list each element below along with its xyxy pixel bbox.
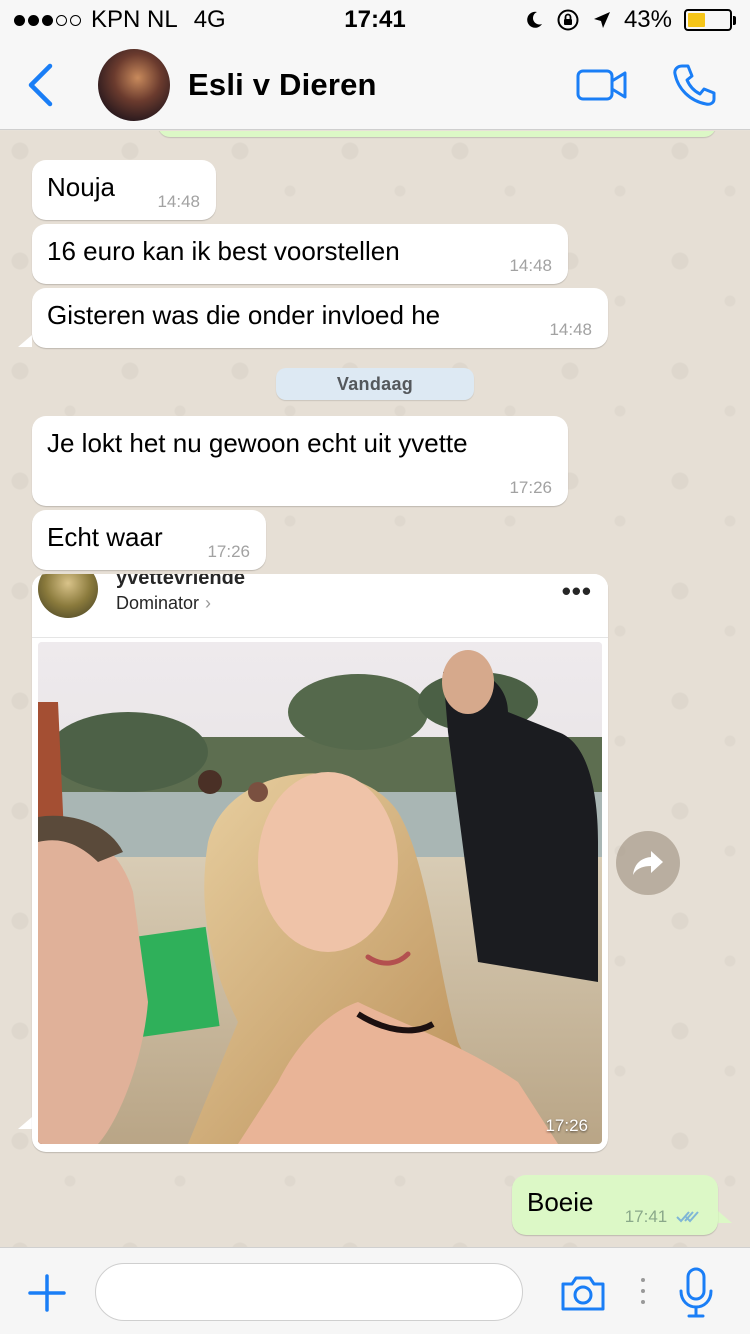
chat-area[interactable]: Nouja 14:48 16 euro kan ik best voorstel… [0,131,750,1247]
battery-level-fill [688,13,706,27]
camera-button[interactable] [555,1270,611,1316]
message-bubble[interactable]: 16 euro kan ik best voorstellen 14:48 [32,224,568,284]
attach-button[interactable] [24,1270,70,1316]
moon-icon [527,11,542,28]
forward-button[interactable] [616,831,680,895]
bubble-tail [18,335,32,347]
input-divider [641,1278,645,1304]
location-arrow-icon [593,12,610,28]
chat-header: Esli v Dieren [0,40,750,130]
status-left: KPN NL 4G [14,6,274,34]
previous-outgoing-bubble [158,131,716,137]
phone-icon[interactable] [672,63,716,107]
instagram-avatar [38,574,98,618]
message-time: 17:26 [545,1115,588,1135]
bubble-tail [718,1211,732,1223]
message-time: 14:48 [509,255,552,275]
message-text: Echt waar [47,522,163,552]
chevron-right-icon: › [205,593,212,613]
message-time-label: 17:41 [624,1206,668,1226]
double-check-icon [676,1211,699,1223]
back-button[interactable] [0,40,80,130]
message-input[interactable] [95,1263,523,1321]
header-actions [576,63,750,107]
message-time: 14:48 [157,191,200,211]
date-separator: Vandaag [276,368,474,400]
bubble-tail [18,1117,32,1129]
image-message[interactable]: yvettevriende Dominator › ••• 17:26 [32,574,608,1152]
battery-percent: 43% [623,6,672,33]
carrier-label: KPN NL [91,6,178,33]
status-bar: KPN NL 4G 17:41 43% [0,0,750,40]
message-text: 16 euro kan ik best voorstellen [47,236,400,266]
message-text: Gisteren was die onder invloed he [47,300,441,330]
message-bubble[interactable]: Nouja 14:48 [32,160,216,220]
photo-illustration [38,642,602,1144]
contact-avatar[interactable] [98,48,170,121]
message-time: 17:41 [625,1207,702,1227]
network-label: 4G [193,6,226,33]
status-right: 43% [524,6,736,34]
message-bubble[interactable]: Je lokt het nu gewoon echt uit yvette 17… [32,416,568,506]
instagram-location: Dominator › [116,593,211,615]
video-camera-icon[interactable] [576,68,628,102]
microphone-icon [679,1267,713,1318]
rotation-lock-icon [557,9,579,31]
message-time: 17:26 [509,477,552,497]
message-bubble[interactable]: Gisteren was die onder invloed he 14:48 [32,288,608,348]
message-bubble-outgoing[interactable]: Boeie 17:41 [512,1175,718,1235]
camera-icon [561,1276,605,1311]
chevron-left-icon [28,63,53,106]
share-arrow-icon [633,851,663,875]
plus-icon [28,1274,66,1312]
more-options-icon: ••• [561,576,592,606]
microphone-button[interactable] [670,1264,722,1322]
battery-icon [684,9,736,31]
message-time: 14:48 [549,319,592,339]
message-text: Nouja [47,172,115,202]
message-time: 17:26 [207,541,250,561]
instagram-post-header: yvettevriende Dominator › ••• [32,574,608,638]
shared-photo[interactable]: 17:26 [38,642,602,1144]
message-text: Boeie [527,1187,594,1217]
contact-name[interactable]: Esli v Dieren [188,67,377,103]
signal-strength-icon [14,14,81,26]
instagram-username: yvettevriende [116,574,245,589]
instagram-location-label: Dominator [116,593,200,613]
input-bar [0,1247,750,1334]
message-text: Je lokt het nu gewoon echt uit yvette [47,428,468,458]
message-bubble[interactable]: Echt waar 17:26 [32,510,266,570]
